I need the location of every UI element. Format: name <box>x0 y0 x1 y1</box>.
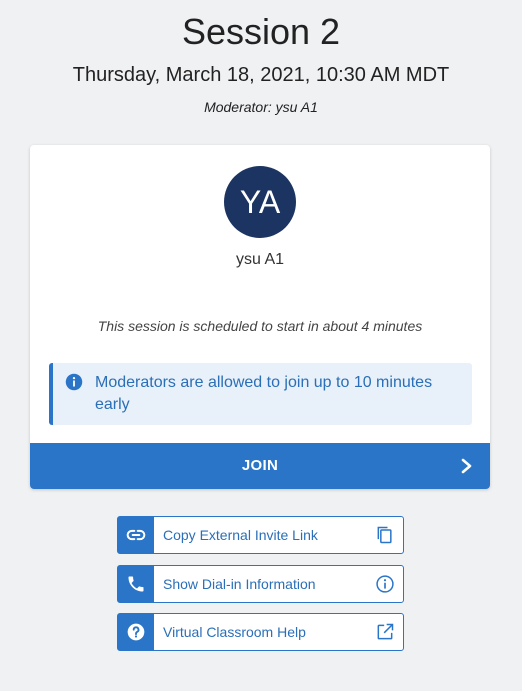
phone-icon <box>118 566 154 602</box>
copy-invite-link-label: Copy External Invite Link <box>163 527 318 543</box>
join-button-label: JOIN <box>241 457 279 474</box>
join-button[interactable]: JOIN <box>30 443 490 489</box>
copy-invite-link-button[interactable]: Copy External Invite Link <box>117 516 404 554</box>
info-circle-icon <box>375 574 395 594</box>
session-datetime: Thursday, March 18, 2021, 10:30 AM MDT <box>72 64 450 86</box>
session-card: YA ysu A1 This session is scheduled to s… <box>30 145 490 489</box>
info-icon <box>65 373 83 391</box>
link-icon <box>118 517 154 553</box>
external-link-icon <box>375 622 395 642</box>
classroom-help-label: Virtual Classroom Help <box>163 624 306 640</box>
chevron-right-icon <box>460 458 474 474</box>
schedule-status: This session is scheduled to start in ab… <box>97 318 423 334</box>
session-moderator: Moderator: ysu A1 <box>204 99 318 115</box>
info-alert: Moderators are allowed to join up to 10 … <box>49 363 472 425</box>
page-title: Session 2 <box>181 11 341 52</box>
info-alert-text: Moderators are allowed to join up to 10 … <box>95 374 433 413</box>
dial-in-info-button[interactable]: Show Dial-in Information <box>117 565 404 603</box>
copy-icon <box>375 525 395 545</box>
dial-in-info-label: Show Dial-in Information <box>163 576 316 592</box>
help-icon <box>118 614 154 650</box>
avatar-name: ysu A1 <box>235 251 285 268</box>
classroom-help-button[interactable]: Virtual Classroom Help <box>117 613 404 651</box>
avatar: YA <box>224 166 296 238</box>
